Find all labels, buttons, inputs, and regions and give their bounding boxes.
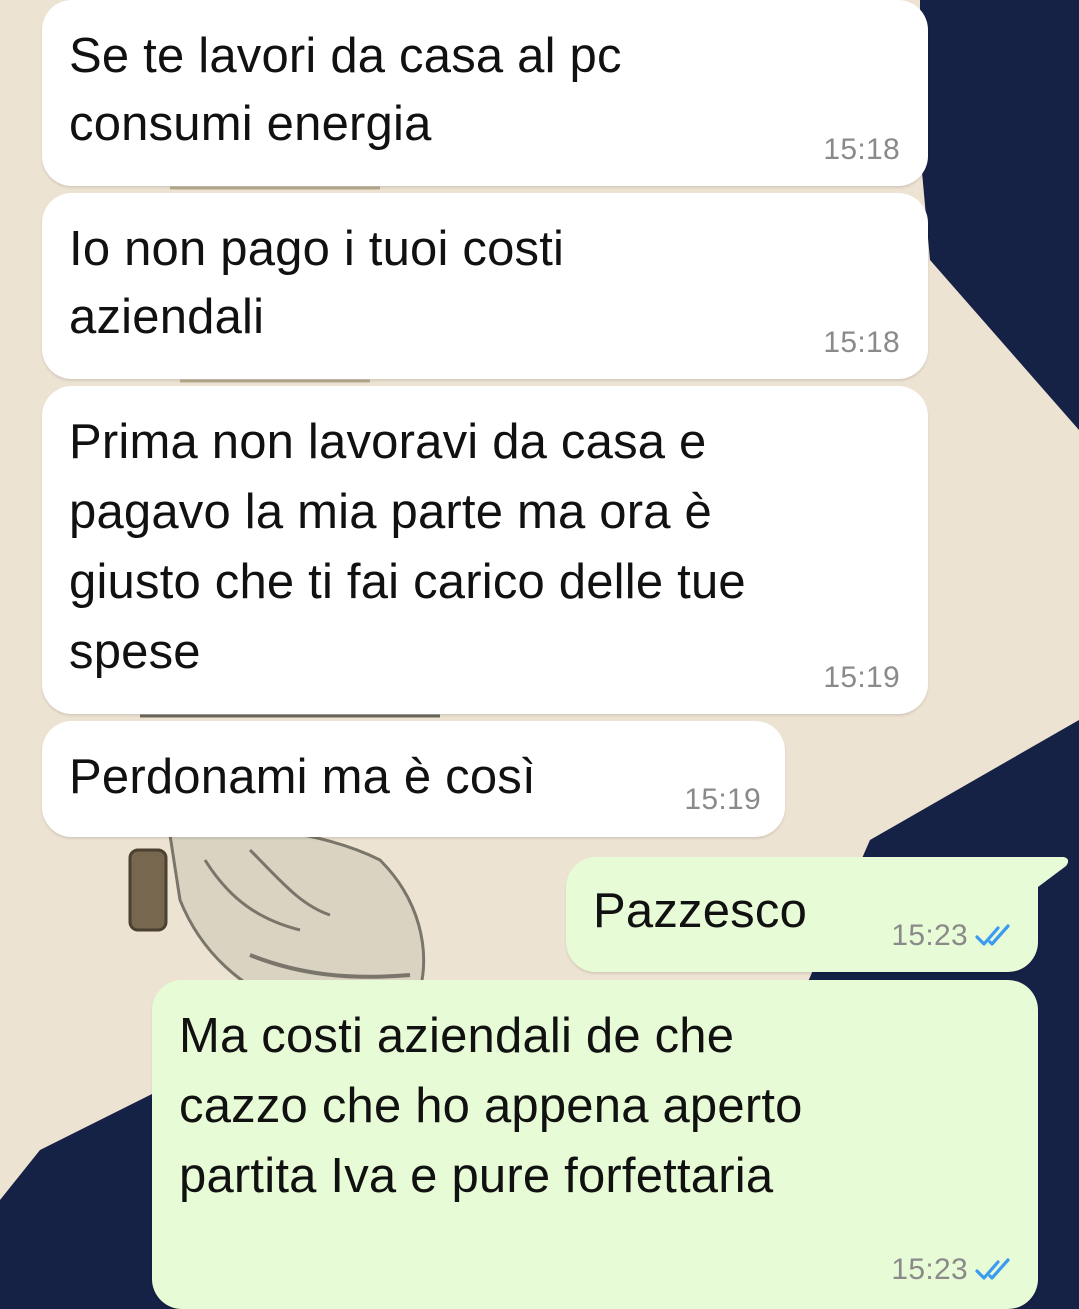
message-timestamp: 15:23 [891, 1253, 968, 1286]
message-text-line: consumi energia [69, 97, 432, 151]
message-meta: 15:18 [823, 133, 900, 167]
message-meta: 15:19 [823, 661, 900, 695]
message-meta: 15:19 [684, 783, 761, 817]
double-check-icon [975, 1258, 1010, 1280]
message-timestamp: 15:19 [823, 661, 900, 694]
message-text-line: giusto che ti fai carico delle tue [69, 555, 746, 609]
message-text-line: Pazzesco [593, 884, 808, 938]
message-meta: 15:18 [823, 326, 900, 360]
message-meta: 15:23 [891, 919, 1016, 953]
message-text-line: Prima non lavoravi da casa e [69, 415, 707, 469]
bubble-tail [1030, 857, 1069, 887]
message-timestamp: 15:19 [684, 783, 761, 816]
message-text-line: Perdonami ma è così [69, 750, 536, 804]
message-timestamp: 15:18 [823, 326, 900, 359]
outgoing-message-bubble[interactable]: Pazzesco 15:23 [566, 857, 1038, 972]
message-text-line: pagavo la mia parte ma ora è [69, 485, 712, 539]
incoming-message-bubble[interactable]: Io non pago i tuoi costi aziendali 15:18 [42, 193, 928, 379]
double-check-icon [975, 924, 1010, 946]
message-timestamp: 15:18 [823, 133, 900, 166]
message-text-line: cazzo che ho appena aperto [179, 1079, 803, 1133]
message-timestamp: 15:23 [891, 919, 968, 952]
incoming-message-bubble[interactable]: Prima non lavoravi da casa e pagavo la m… [42, 386, 928, 714]
message-text-line: partita Iva e pure forfettaria [179, 1149, 774, 1203]
message-text-line: aziendali [69, 290, 265, 344]
message-meta: 15:23 [891, 1253, 1016, 1287]
message-text-line: Io non pago i tuoi costi [69, 222, 565, 276]
message-text-line: Se te lavori da casa al pc [69, 29, 622, 83]
message-text-line: Ma costi aziendali de che [179, 1009, 735, 1063]
incoming-message-bubble[interactable]: Se te lavori da casa al pc consumi energ… [42, 0, 928, 186]
incoming-message-bubble[interactable]: Perdonami ma è così 15:19 [42, 721, 785, 837]
message-text-line: spese [69, 625, 201, 679]
outgoing-message-bubble[interactable]: Ma costi aziendali de che cazzo che ho a… [152, 980, 1038, 1309]
